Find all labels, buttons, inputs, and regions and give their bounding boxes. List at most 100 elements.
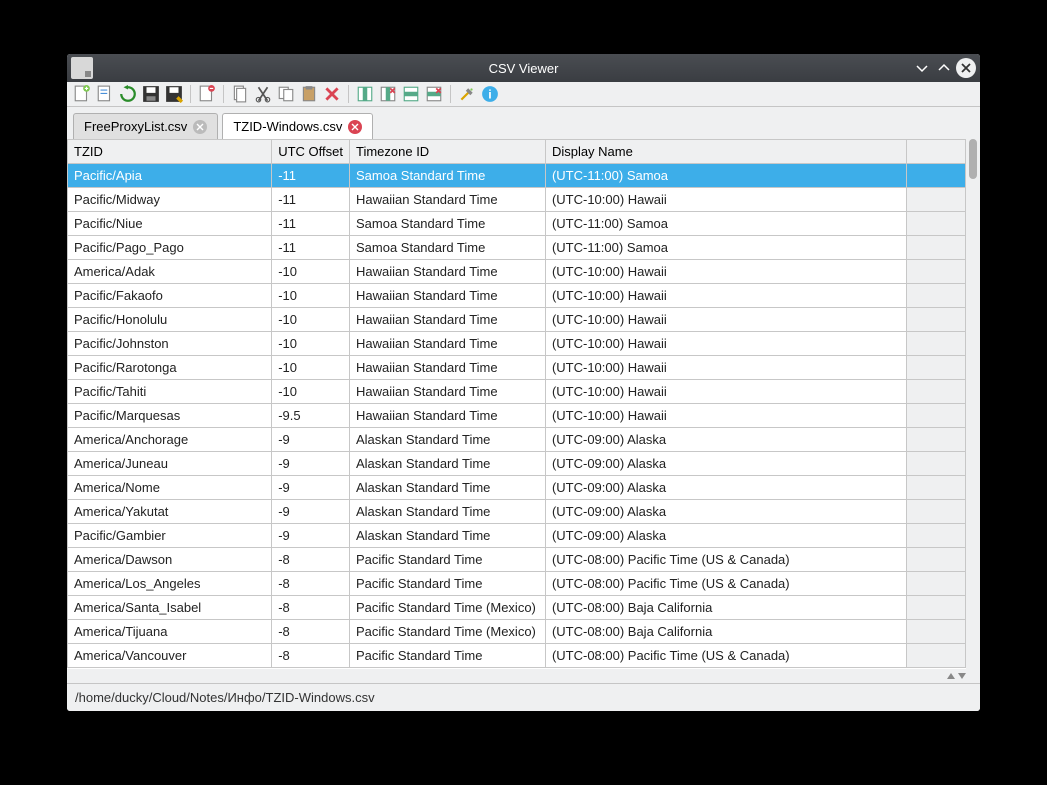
cell-display[interactable]: (UTC-10:00) Hawaii xyxy=(545,260,906,284)
cell-tzid[interactable]: America/Los_Angeles xyxy=(68,572,272,596)
refresh-icon[interactable] xyxy=(119,85,137,103)
table-row[interactable]: Pacific/Niue-11Samoa Standard Time(UTC-1… xyxy=(68,212,966,236)
table-row[interactable]: America/Santa_Isabel-8Pacific Standard T… xyxy=(68,596,966,620)
cell-tzid[interactable]: Pacific/Johnston xyxy=(68,332,272,356)
cell-display[interactable]: (UTC-09:00) Alaska xyxy=(545,428,906,452)
cell-offset[interactable]: -9 xyxy=(272,476,350,500)
copy-icon[interactable] xyxy=(231,85,249,103)
table-row[interactable]: America/Vancouver-8Pacific Standard Time… xyxy=(68,644,966,668)
cell-display[interactable]: (UTC-10:00) Hawaii xyxy=(545,332,906,356)
cell-tzid[interactable]: America/Nome xyxy=(68,476,272,500)
cell-tzname[interactable]: Alaskan Standard Time xyxy=(349,452,545,476)
cell-offset[interactable]: -8 xyxy=(272,620,350,644)
cell-tzname[interactable]: Pacific Standard Time xyxy=(349,644,545,668)
cell-tzid[interactable]: America/Tijuana xyxy=(68,620,272,644)
cell-tzname[interactable]: Samoa Standard Time xyxy=(349,164,545,188)
cut-icon[interactable] xyxy=(254,85,272,103)
cell-offset[interactable]: -11 xyxy=(272,188,350,212)
cell-offset[interactable]: -11 xyxy=(272,164,350,188)
duplicate-icon[interactable] xyxy=(277,85,295,103)
info-icon[interactable]: i xyxy=(481,85,499,103)
cell-offset[interactable]: -8 xyxy=(272,644,350,668)
tab-close-icon[interactable] xyxy=(348,120,362,134)
cell-offset[interactable]: -10 xyxy=(272,284,350,308)
cell-tzid[interactable]: Pacific/Fakaofo xyxy=(68,284,272,308)
table-row[interactable]: Pacific/Pago_Pago-11Samoa Standard Time(… xyxy=(68,236,966,260)
cell-tzid[interactable]: Pacific/Gambier xyxy=(68,524,272,548)
cell-offset[interactable]: -10 xyxy=(272,356,350,380)
cell-offset[interactable]: -8 xyxy=(272,596,350,620)
cell-display[interactable]: (UTC-10:00) Hawaii xyxy=(545,188,906,212)
cell-tzid[interactable]: Pacific/Niue xyxy=(68,212,272,236)
cell-tzid[interactable]: America/Vancouver xyxy=(68,644,272,668)
cell-tzname[interactable]: Alaskan Standard Time xyxy=(349,428,545,452)
cell-offset[interactable]: -9 xyxy=(272,452,350,476)
cell-display[interactable]: (UTC-11:00) Samoa xyxy=(545,236,906,260)
data-grid[interactable]: TZIDUTC OffsetTimezone IDDisplay Name Pa… xyxy=(67,139,966,669)
new-file-icon[interactable] xyxy=(73,85,91,103)
cell-display[interactable]: (UTC-08:00) Pacific Time (US & Canada) xyxy=(545,644,906,668)
cell-display[interactable]: (UTC-08:00) Baja California xyxy=(545,596,906,620)
cell-tzid[interactable]: Pacific/Marquesas xyxy=(68,404,272,428)
table-row[interactable]: Pacific/Johnston-10Hawaiian Standard Tim… xyxy=(68,332,966,356)
cell-tzname[interactable]: Hawaiian Standard Time xyxy=(349,380,545,404)
tab-0[interactable]: FreeProxyList.csv xyxy=(73,113,218,139)
scroll-up-arrow-icon[interactable] xyxy=(947,673,955,679)
cell-display[interactable]: (UTC-11:00) Samoa xyxy=(545,212,906,236)
cell-tzname[interactable]: Alaskan Standard Time xyxy=(349,476,545,500)
minimize-button[interactable] xyxy=(912,58,932,78)
cell-offset[interactable]: -9.5 xyxy=(272,404,350,428)
cell-tzid[interactable]: Pacific/Rarotonga xyxy=(68,356,272,380)
delete-column-icon[interactable] xyxy=(379,85,397,103)
cell-display[interactable]: (UTC-10:00) Hawaii xyxy=(545,308,906,332)
cell-offset[interactable]: -10 xyxy=(272,380,350,404)
cell-offset[interactable]: -9 xyxy=(272,500,350,524)
cell-tzid[interactable]: America/Yakutat xyxy=(68,500,272,524)
vertical-scrollbar[interactable] xyxy=(966,139,980,669)
settings-icon[interactable] xyxy=(458,85,476,103)
cell-tzname[interactable]: Hawaiian Standard Time xyxy=(349,332,545,356)
cell-tzname[interactable]: Alaskan Standard Time xyxy=(349,524,545,548)
horizontal-scrollbar[interactable] xyxy=(67,669,980,683)
cell-tzname[interactable]: Pacific Standard Time (Mexico) xyxy=(349,596,545,620)
save-as-icon[interactable] xyxy=(165,85,183,103)
cell-tzid[interactable]: Pacific/Tahiti xyxy=(68,380,272,404)
table-row[interactable]: Pacific/Marquesas-9.5Hawaiian Standard T… xyxy=(68,404,966,428)
cell-tzname[interactable]: Samoa Standard Time xyxy=(349,236,545,260)
tab-1[interactable]: TZID-Windows.csv xyxy=(222,113,373,139)
table-row[interactable]: Pacific/Apia-11Samoa Standard Time(UTC-1… xyxy=(68,164,966,188)
save-icon[interactable] xyxy=(142,85,160,103)
cell-offset[interactable]: -9 xyxy=(272,428,350,452)
paste-icon[interactable] xyxy=(300,85,318,103)
column-header[interactable]: TZID xyxy=(68,140,272,164)
cell-tzid[interactable]: America/Adak xyxy=(68,260,272,284)
cell-tzid[interactable]: America/Anchorage xyxy=(68,428,272,452)
cell-display[interactable]: (UTC-08:00) Baja California xyxy=(545,620,906,644)
table-row[interactable]: Pacific/Rarotonga-10Hawaiian Standard Ti… xyxy=(68,356,966,380)
table-row[interactable]: America/Yakutat-9Alaskan Standard Time(U… xyxy=(68,500,966,524)
cell-tzname[interactable]: Pacific Standard Time xyxy=(349,572,545,596)
cell-offset[interactable]: -10 xyxy=(272,332,350,356)
table-row[interactable]: America/Adak-10Hawaiian Standard Time(UT… xyxy=(68,260,966,284)
cell-display[interactable]: (UTC-10:00) Hawaii xyxy=(545,356,906,380)
cell-tzname[interactable]: Hawaiian Standard Time xyxy=(349,356,545,380)
cell-display[interactable]: (UTC-09:00) Alaska xyxy=(545,524,906,548)
column-header[interactable]: Timezone ID xyxy=(349,140,545,164)
cell-tzname[interactable]: Hawaiian Standard Time xyxy=(349,308,545,332)
cell-tzname[interactable]: Hawaiian Standard Time xyxy=(349,284,545,308)
cell-display[interactable]: (UTC-10:00) Hawaii xyxy=(545,404,906,428)
cell-offset[interactable]: -9 xyxy=(272,524,350,548)
cell-display[interactable]: (UTC-09:00) Alaska xyxy=(545,500,906,524)
table-row[interactable]: Pacific/Tahiti-10Hawaiian Standard Time(… xyxy=(68,380,966,404)
cell-display[interactable]: (UTC-08:00) Pacific Time (US & Canada) xyxy=(545,548,906,572)
table-row[interactable]: America/Tijuana-8Pacific Standard Time (… xyxy=(68,620,966,644)
table-row[interactable]: America/Los_Angeles-8Pacific Standard Ti… xyxy=(68,572,966,596)
cell-display[interactable]: (UTC-09:00) Alaska xyxy=(545,452,906,476)
maximize-button[interactable] xyxy=(934,58,954,78)
table-row[interactable]: America/Dawson-8Pacific Standard Time(UT… xyxy=(68,548,966,572)
close-button[interactable] xyxy=(956,58,976,78)
close-tab-icon[interactable] xyxy=(198,85,216,103)
delete-row-icon[interactable] xyxy=(425,85,443,103)
insert-column-icon[interactable] xyxy=(356,85,374,103)
cell-display[interactable]: (UTC-10:00) Hawaii xyxy=(545,380,906,404)
